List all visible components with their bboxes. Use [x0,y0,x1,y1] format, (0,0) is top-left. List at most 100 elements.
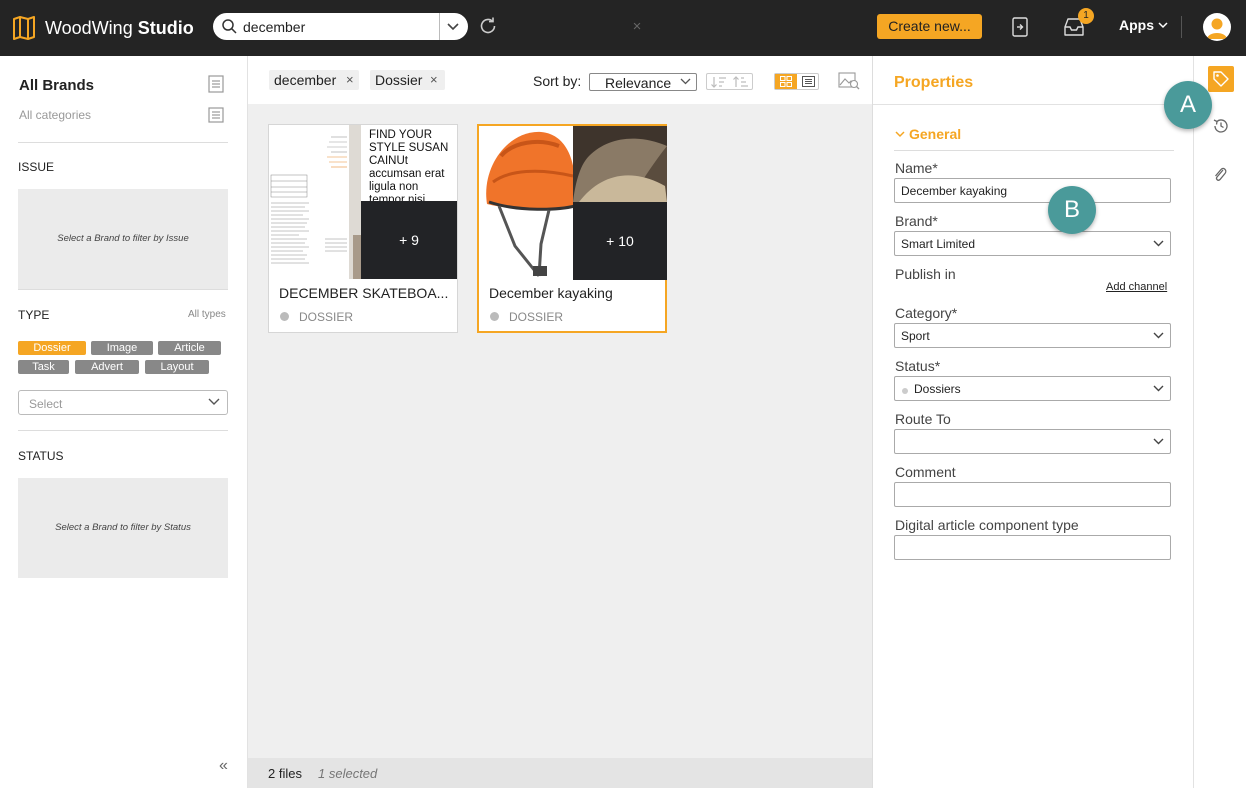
comment-field[interactable] [894,482,1171,507]
issue-placeholder-text: Select a Brand to filter by Issue [57,233,189,244]
brand-selector[interactable]: All Brands [19,77,94,94]
more-files-count: + 10 [573,202,667,280]
brand-select[interactable]: Smart Limited [894,231,1171,256]
divider [18,430,228,431]
status-placeholder-text: Select a Brand to filter by Status [55,522,191,533]
type-chip-task[interactable]: Task [18,360,69,374]
brand-list-icon[interactable] [208,75,224,93]
status-dot [490,312,499,321]
remove-filter-button[interactable]: × [346,70,354,90]
filter-tag-search: december × [269,70,359,90]
results-panel: december × Dossier × Sort by: Relevance [248,56,872,788]
paperclip-icon[interactable] [1212,164,1228,184]
file-count: 2 files [268,766,302,781]
add-channel-link[interactable]: Add channel [1106,281,1167,293]
image-preview-icon[interactable] [838,72,860,90]
view-mode-toggle [774,73,819,90]
comment-label: Comment [895,464,956,480]
category-value: Sport [901,329,930,343]
top-bar: WoodWing Studio × Create new... 1 Apps [0,0,1246,56]
chevron-down-icon [208,398,220,405]
status-dot [902,388,908,394]
sort-ascending-icon[interactable] [710,75,728,89]
digital-component-type-field[interactable] [894,535,1171,560]
history-icon[interactable] [1212,117,1230,135]
results-toolbar: december × Dossier × Sort by: Relevance [248,56,872,104]
type-chip-dossier[interactable]: Dossier [18,341,86,355]
category-label: Category* [895,305,958,321]
callout-a: A [1164,81,1212,129]
result-card-selected[interactable]: + 10 December kayaking DOSSIER [477,124,667,333]
app-name-light: WoodWing [45,18,138,38]
type-chip-image[interactable]: Image [91,341,153,355]
card-preview-text: FIND YOUR STYLE SUSAN CAINUt accumsan er… [369,129,449,201]
filter-sidebar: All Brands All categories ISSUE Select a… [0,56,248,788]
status-filter-placeholder: Select a Brand to filter by Status [18,478,228,578]
app-name-bold: Studio [137,18,194,38]
type-chip-layout[interactable]: Layout [145,360,209,374]
result-card[interactable]: FIND YOUR STYLE SUSAN CAINUt accumsan er… [268,124,458,333]
general-section-toggle[interactable]: General [894,126,961,142]
route-to-select[interactable] [894,429,1171,454]
panel-icon-strip [1193,56,1246,788]
name-value: December kayaking [901,184,1008,198]
clear-search-button[interactable]: × [629,17,645,36]
divider [894,150,1174,151]
apps-menu[interactable]: Apps [1119,17,1168,33]
filter-tag-type: Dossier × [370,70,445,90]
type-chip-advert[interactable]: Advert [75,360,139,374]
type-select-placeholder: Select [29,397,63,411]
properties-tab[interactable] [1208,66,1234,92]
properties-title: Properties [894,74,974,91]
chevron-down-icon [1153,240,1164,247]
sort-label: Sort by: [533,73,582,89]
list-view-icon[interactable] [802,76,815,87]
create-new-button[interactable]: Create new... [877,14,982,39]
route-to-label: Route To [895,411,951,427]
search-divider [439,13,440,40]
user-avatar[interactable] [1203,13,1231,41]
remove-filter-button[interactable]: × [430,70,438,90]
check-out-icon[interactable] [1011,17,1029,37]
status-label: Status* [895,358,941,374]
collapse-sidebar-button[interactable]: « [219,757,228,775]
chevron-down-icon [1153,332,1164,339]
category-selector[interactable]: All categories [19,108,91,122]
all-types-link[interactable]: All types [188,309,226,320]
card-title: DECEMBER SKATEBOA... [279,285,449,301]
search-options-chevron-icon[interactable] [443,17,463,36]
app-logo[interactable]: WoodWing Studio [12,14,194,42]
status-select[interactable]: Dossiers [894,376,1171,401]
sort-direction-toggle [706,73,753,90]
tag-icon [1213,71,1229,87]
search-icon [222,19,237,34]
chevron-down-icon [895,131,905,138]
status-value: Dossiers [914,382,961,396]
status-section-title: STATUS [18,449,64,463]
refresh-icon[interactable] [478,16,498,36]
name-field[interactable]: December kayaking [894,178,1171,203]
category-list-icon[interactable] [208,107,224,123]
type-select[interactable]: Select [18,390,228,415]
type-chip-article[interactable]: Article [158,341,221,355]
divider [18,142,228,143]
publish-in-label: Publish in [895,266,956,282]
apps-label: Apps [1119,17,1154,33]
callout-b: B [1048,186,1096,234]
divider [873,104,1193,105]
chevron-down-icon [1153,385,1164,392]
status-dot [280,312,289,321]
sort-select[interactable]: Relevance [589,73,697,91]
brand-value: Smart Limited [901,237,976,251]
properties-panel: Properties General Name* December kayaki… [872,56,1193,788]
general-section-label: General [909,126,962,142]
topbar-divider [1181,16,1182,38]
card-title: December kayaking [489,285,613,301]
chevron-down-icon [680,78,691,85]
selected-count: 1 selected [318,766,378,781]
grid-view-button[interactable] [775,74,797,89]
search-input[interactable] [243,17,423,36]
divider [18,289,228,290]
sort-descending-icon[interactable] [732,75,750,89]
category-select[interactable]: Sport [894,323,1171,348]
